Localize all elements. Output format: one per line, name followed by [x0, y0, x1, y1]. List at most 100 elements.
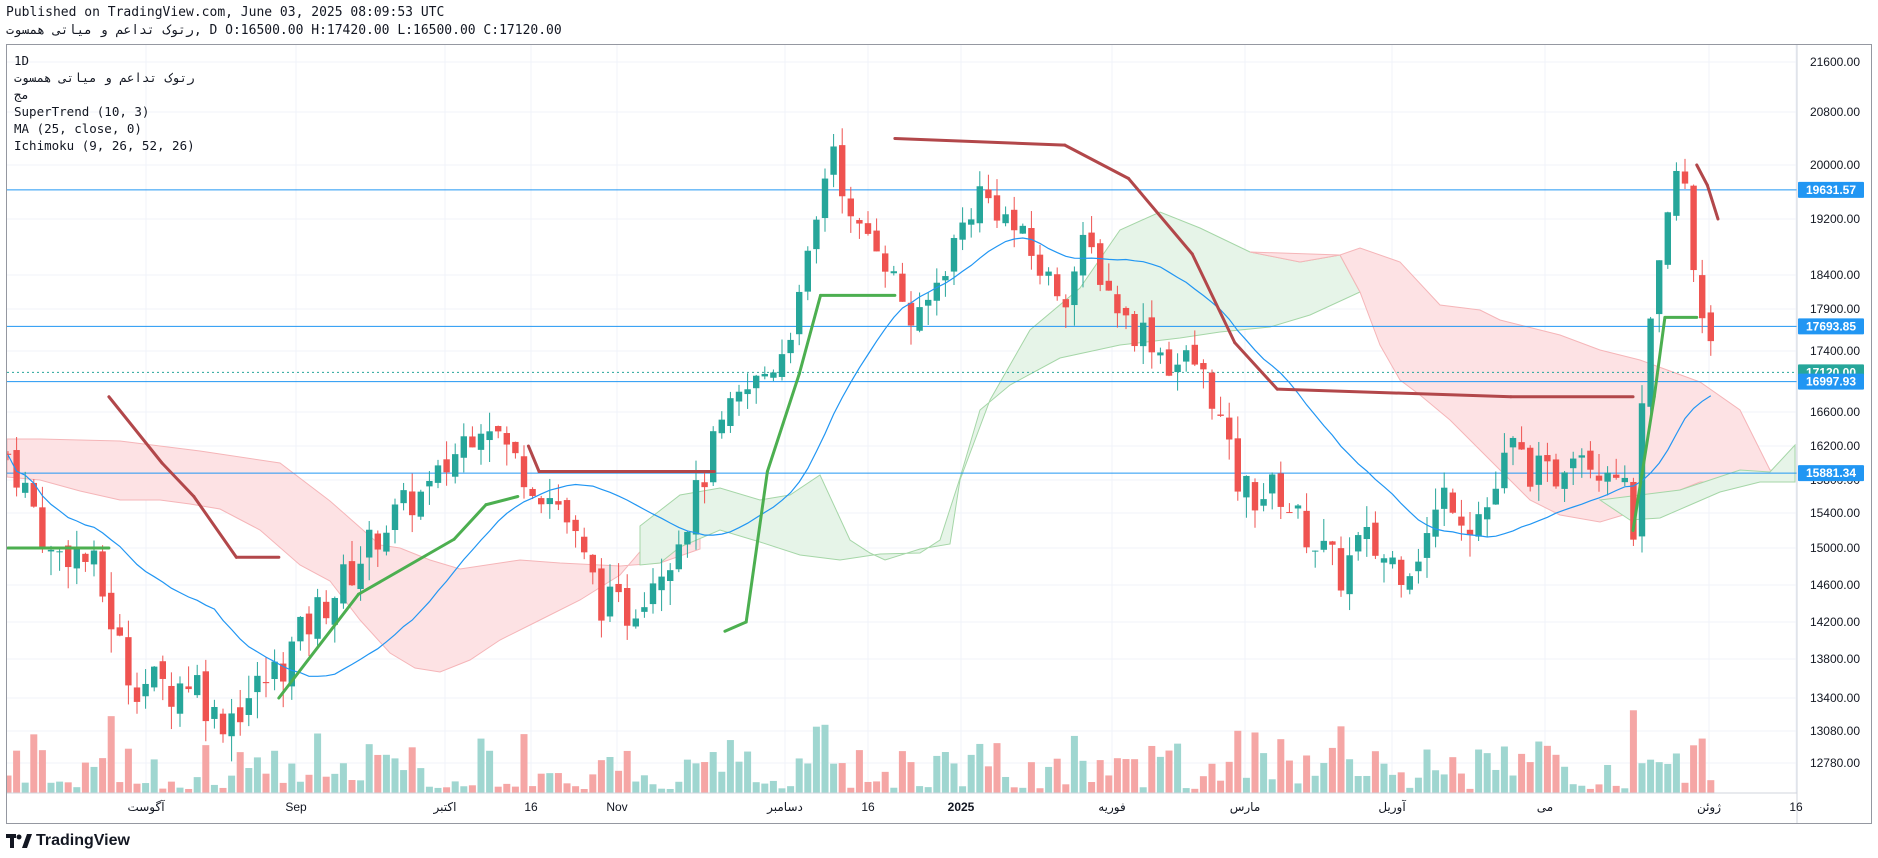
volume-bar [1096, 760, 1104, 793]
price-tick-label: 14200.00 [1810, 615, 1860, 629]
volume-bar [322, 776, 330, 793]
volume-bar [382, 754, 390, 793]
volume-bar [1208, 763, 1216, 793]
volume-bar [73, 787, 81, 793]
candle-body [1337, 548, 1345, 591]
volume-bar [761, 783, 769, 793]
volume-bar [881, 771, 889, 793]
time-tick-label: فوریه [1098, 800, 1126, 815]
candle-body [950, 238, 958, 272]
candle-body [1114, 294, 1121, 314]
candle-body [477, 433, 485, 450]
volume-bar [1526, 762, 1534, 793]
volume-bar [718, 771, 726, 793]
volume-bar [1518, 753, 1526, 793]
volume-bar [1500, 746, 1508, 793]
time-tick-label: آگوست [127, 799, 165, 815]
volume-bar [924, 787, 932, 793]
volume-bar [1423, 749, 1431, 793]
time-tick-label: اکتبر [433, 800, 457, 815]
volume-bar [1449, 757, 1457, 793]
candle-body [469, 436, 476, 448]
volume-bar [56, 781, 64, 793]
volume-bar [1363, 775, 1371, 793]
candle-body [56, 551, 63, 553]
price-tick-label: 15000.00 [1810, 541, 1860, 555]
volume-bar [1260, 753, 1268, 793]
legend-ichimoku[interactable]: Ichimoku (9, 26, 52, 26) [14, 137, 195, 154]
volume-bar [1346, 759, 1354, 793]
volume-bar [1543, 745, 1551, 793]
candle-body [460, 436, 467, 458]
candle-body [417, 491, 424, 517]
candle-body [1552, 459, 1560, 487]
price-axis[interactable]: 21600.00 20800.00 20000.00 19200.00 18400.00… [1796, 45, 1860, 823]
volume-bar [193, 777, 201, 793]
candle-body [529, 488, 536, 496]
time-axis[interactable]: آگوست Sep اکتبر 16 Nov دسامبر 16 2025 فوریه مارس آ… [7, 792, 1803, 815]
volume-bar [658, 788, 666, 793]
candle-body [1475, 514, 1482, 537]
volume-bar [1432, 770, 1440, 793]
time-tick-label: Sep [285, 800, 307, 814]
candle-body [1707, 312, 1714, 342]
candle-body [1200, 363, 1207, 370]
candle-body [1312, 550, 1319, 552]
price-tick-label: 15400.00 [1810, 506, 1860, 520]
volume-bar [1561, 766, 1569, 793]
supertrend-segment [744, 470, 769, 624]
candle-body [727, 398, 734, 426]
volume-bar [494, 786, 502, 793]
volume-bar [305, 774, 313, 793]
candle-body [142, 683, 149, 697]
volume-bar [503, 783, 511, 793]
legend-timeframe: 1D [14, 53, 30, 68]
volume-bar [1010, 787, 1018, 793]
candle-body [1492, 488, 1499, 505]
time-tick-label: می [1537, 800, 1553, 814]
chart-canvas[interactable]: 21600.00 20800.00 20000.00 19200.00 18400.00… [0, 0, 1878, 858]
volume-bar [296, 781, 304, 793]
volume-bar [1397, 772, 1405, 793]
volume-bar [1131, 759, 1139, 793]
candle-body [1088, 232, 1095, 248]
candle-body [125, 637, 132, 686]
candle-body [589, 554, 596, 573]
volume-bar [1492, 769, 1500, 793]
candle-body [254, 675, 261, 693]
candle-body [1329, 541, 1336, 545]
volume-bar [520, 734, 528, 793]
legend-supertrend[interactable]: SuperTrend (10, 3) [14, 103, 195, 120]
candle-body [1062, 299, 1069, 308]
supertrend-segment [484, 495, 520, 507]
volume-bar [176, 787, 184, 793]
candle-body [1243, 475, 1250, 498]
volume-bar [933, 755, 941, 793]
legend-ma[interactable]: MA (25, close, 0) [14, 120, 195, 137]
volume-bar [941, 752, 949, 793]
price-tick-label: 12780.00 [1810, 756, 1860, 770]
candle-body [391, 504, 399, 531]
candle-body [856, 220, 863, 224]
volume-bar [365, 744, 373, 793]
candle-body [624, 588, 631, 626]
candle-body [1234, 438, 1241, 492]
candle-body [1157, 352, 1164, 356]
candle-body [1251, 482, 1259, 511]
volume-bar [38, 750, 46, 793]
volume-bar [1552, 754, 1560, 793]
volume-bar [142, 783, 150, 793]
volume-bar [167, 781, 175, 793]
candle-body [555, 501, 562, 505]
volume-bar [1337, 726, 1345, 793]
volume-bar [47, 782, 55, 793]
volume-bar [1664, 763, 1672, 793]
volume-bar [666, 788, 674, 793]
legend-symbol-name: رتوک تداعم و مياتی همسوت [14, 70, 195, 85]
volume-bar [1225, 761, 1233, 793]
candle-body [684, 531, 691, 545]
price-tick-label: 20000.00 [1810, 158, 1860, 172]
price-tick-label: 14600.00 [1810, 578, 1860, 592]
volume-bar [640, 775, 648, 793]
candle-body [1699, 275, 1706, 319]
